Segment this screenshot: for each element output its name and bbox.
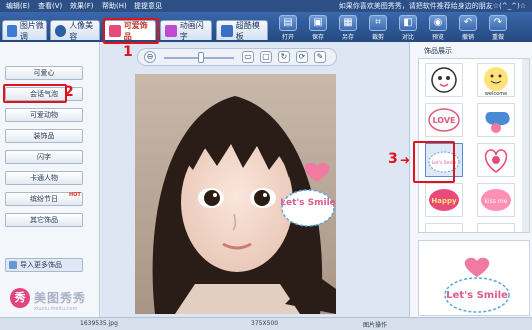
status-bar: 1639535.jpg 375X500 图片操作: [0, 317, 532, 330]
zoom-icon[interactable]: ⊖: [144, 51, 156, 63]
annotation-label-3: 3: [388, 151, 398, 167]
preview-icon: ◉: [429, 15, 447, 31]
annotation-box-2: [3, 84, 67, 103]
tab-label: 超酷模板: [235, 20, 260, 41]
toolbar-label: 预览: [431, 34, 444, 41]
import-icon: [9, 261, 17, 269]
toolbar-label: 对比: [401, 34, 414, 41]
menu-help[interactable]: 帮助(H): [102, 1, 127, 11]
photo-canvas[interactable]: Let's Smile: [135, 74, 336, 314]
sticker-item[interactable]: [425, 63, 463, 97]
brush-icon[interactable]: ✎: [314, 51, 326, 63]
zoom-toolbar: ⊖ ▭ ▢ ↻ ⟳ ✎: [137, 48, 337, 66]
compare-icon: ◧: [399, 15, 417, 31]
sticker-item[interactable]: [477, 143, 515, 177]
sticker-item[interactable]: [477, 223, 515, 232]
meitu-logo-icon: 秀: [10, 288, 30, 308]
sticker-welcome-text: welcome: [485, 91, 507, 96]
status-mode: 图片操作: [363, 322, 388, 329]
sticker-text: Let's Smile: [280, 198, 336, 208]
refresh-icon[interactable]: ⟳: [296, 51, 308, 63]
undo-button[interactable]: ↶ 撤销: [456, 15, 480, 41]
toolbar-label: 另存: [341, 34, 354, 41]
annotation-label-2: 2: [64, 84, 74, 100]
menu-feedback[interactable]: 提提意见: [134, 1, 162, 11]
actual-size-icon[interactable]: ▭: [242, 51, 254, 63]
category-other[interactable]: 其它饰品: [5, 213, 83, 227]
gallery-scrollbar[interactable]: [522, 59, 529, 232]
category-cartoon[interactable]: 卡通人物: [5, 171, 83, 185]
toolbar-label: 撤销: [461, 34, 474, 41]
compare-button[interactable]: ◧ 对比: [396, 15, 420, 41]
toolbar-label: 保存: [311, 34, 324, 41]
sticker-item[interactable]: LOVE: [425, 103, 463, 137]
menu-effect[interactable]: 效果(F): [70, 1, 94, 11]
annotation-box-1: [103, 18, 159, 44]
annotation-box-3: [413, 141, 455, 183]
rotate-icon[interactable]: ↻: [278, 51, 290, 63]
sticker-item[interactable]: welcome: [477, 63, 515, 97]
status-filename: 1639535.jpg: [80, 320, 118, 327]
folder-icon: ▤: [279, 15, 297, 31]
preview-button[interactable]: ◉ 预览: [426, 15, 450, 41]
tab-cool-templates[interactable]: 超酷模板: [216, 20, 268, 41]
tab-label: 图片微调: [19, 20, 44, 41]
tab-animation-text[interactable]: 动画闪字: [160, 20, 212, 41]
annotation-arrow-3: ➜: [400, 153, 411, 167]
animation-icon: [165, 24, 177, 37]
hot-badge: HOT: [69, 192, 81, 198]
sticker-item[interactable]: [425, 223, 463, 232]
toolbar-label: 裁剪: [371, 34, 384, 41]
redo-button[interactable]: ↷ 重做: [486, 15, 510, 41]
slogan-text: 如果你喜欢美图秀秀，请把软件推荐给身边的朋友☆(^_^)☆: [338, 2, 526, 10]
sticker-item[interactable]: Happy: [425, 183, 463, 217]
brand-url: xiuxiu.meitu.com: [34, 306, 78, 312]
portrait-icon: [55, 24, 67, 37]
sticker-kiss-text: kiss me: [485, 198, 508, 205]
save-icon: ▣: [309, 15, 327, 31]
preview-text: Let's Smile: [446, 290, 508, 301]
import-label: 导入更多饰品: [20, 261, 62, 269]
fit-icon[interactable]: ▢: [260, 51, 272, 63]
toolbar-label: 重做: [491, 34, 504, 41]
canvas-area: ⊖ ▭ ▢ ↻ ⟳ ✎ Let's Smile: [101, 42, 409, 317]
tab-portrait[interactable]: 人像美容: [50, 20, 100, 41]
sticker-happy-text: Happy: [431, 197, 457, 205]
import-more-button[interactable]: 导入更多饰品: [5, 258, 83, 272]
sticker-love-text: LOVE: [432, 116, 455, 125]
save-as-icon: ▦: [339, 15, 357, 31]
toolbar-label: 打开: [281, 34, 294, 41]
category-cute-heart[interactable]: 可爱心: [5, 66, 83, 80]
category-cute-animals[interactable]: 可爱动物: [5, 108, 83, 122]
brand-logo: 秀 美图秀秀 xiuxiu.meitu.com: [10, 288, 100, 318]
category-flash-text[interactable]: 闪字: [5, 150, 83, 164]
menu-bar: 编辑(E) 查看(V) 效果(F) 帮助(H) 提提意见 如果你喜欢美图秀秀，请…: [0, 0, 532, 12]
template-icon: [221, 24, 233, 37]
save-as-button[interactable]: ▦ 另存: [336, 15, 360, 41]
photo-adjust-icon: [7, 24, 17, 37]
menu-edit[interactable]: 编辑(E): [6, 1, 30, 11]
undo-icon: ↶: [459, 15, 477, 31]
brand-name: 美图秀秀: [34, 291, 87, 305]
crop-icon: ⌗: [369, 15, 387, 31]
tab-row: 图片微调 人像美容 可爱饰品 动画闪字 超酷模板 ▤ 打开 ▣ 保存 ▦ 另存 …: [0, 12, 532, 42]
annotation-label-1: 1: [123, 44, 133, 60]
category-decorations[interactable]: 装饰品: [5, 129, 83, 143]
zoom-slider-knob[interactable]: [198, 52, 204, 63]
menu-view[interactable]: 查看(V): [38, 1, 62, 11]
tab-label: 人像美容: [69, 20, 94, 41]
sticker-item[interactable]: [477, 103, 515, 137]
gallery-title: 饰品展示: [424, 47, 452, 55]
save-button[interactable]: ▣ 保存: [306, 15, 330, 41]
open-button[interactable]: ▤ 打开: [276, 15, 300, 41]
tab-label: 动画闪字: [179, 20, 204, 41]
portrait-photo: Let's Smile: [135, 74, 336, 314]
redo-icon: ↷: [489, 15, 507, 31]
tab-photo-adjust[interactable]: 图片微调: [2, 20, 47, 41]
crop-button[interactable]: ⌗ 裁剪: [366, 15, 390, 41]
sticker-preview: Let's Smile: [418, 240, 530, 316]
status-image-size: 375X500: [251, 320, 279, 327]
sticker-item[interactable]: kiss me: [477, 183, 515, 217]
